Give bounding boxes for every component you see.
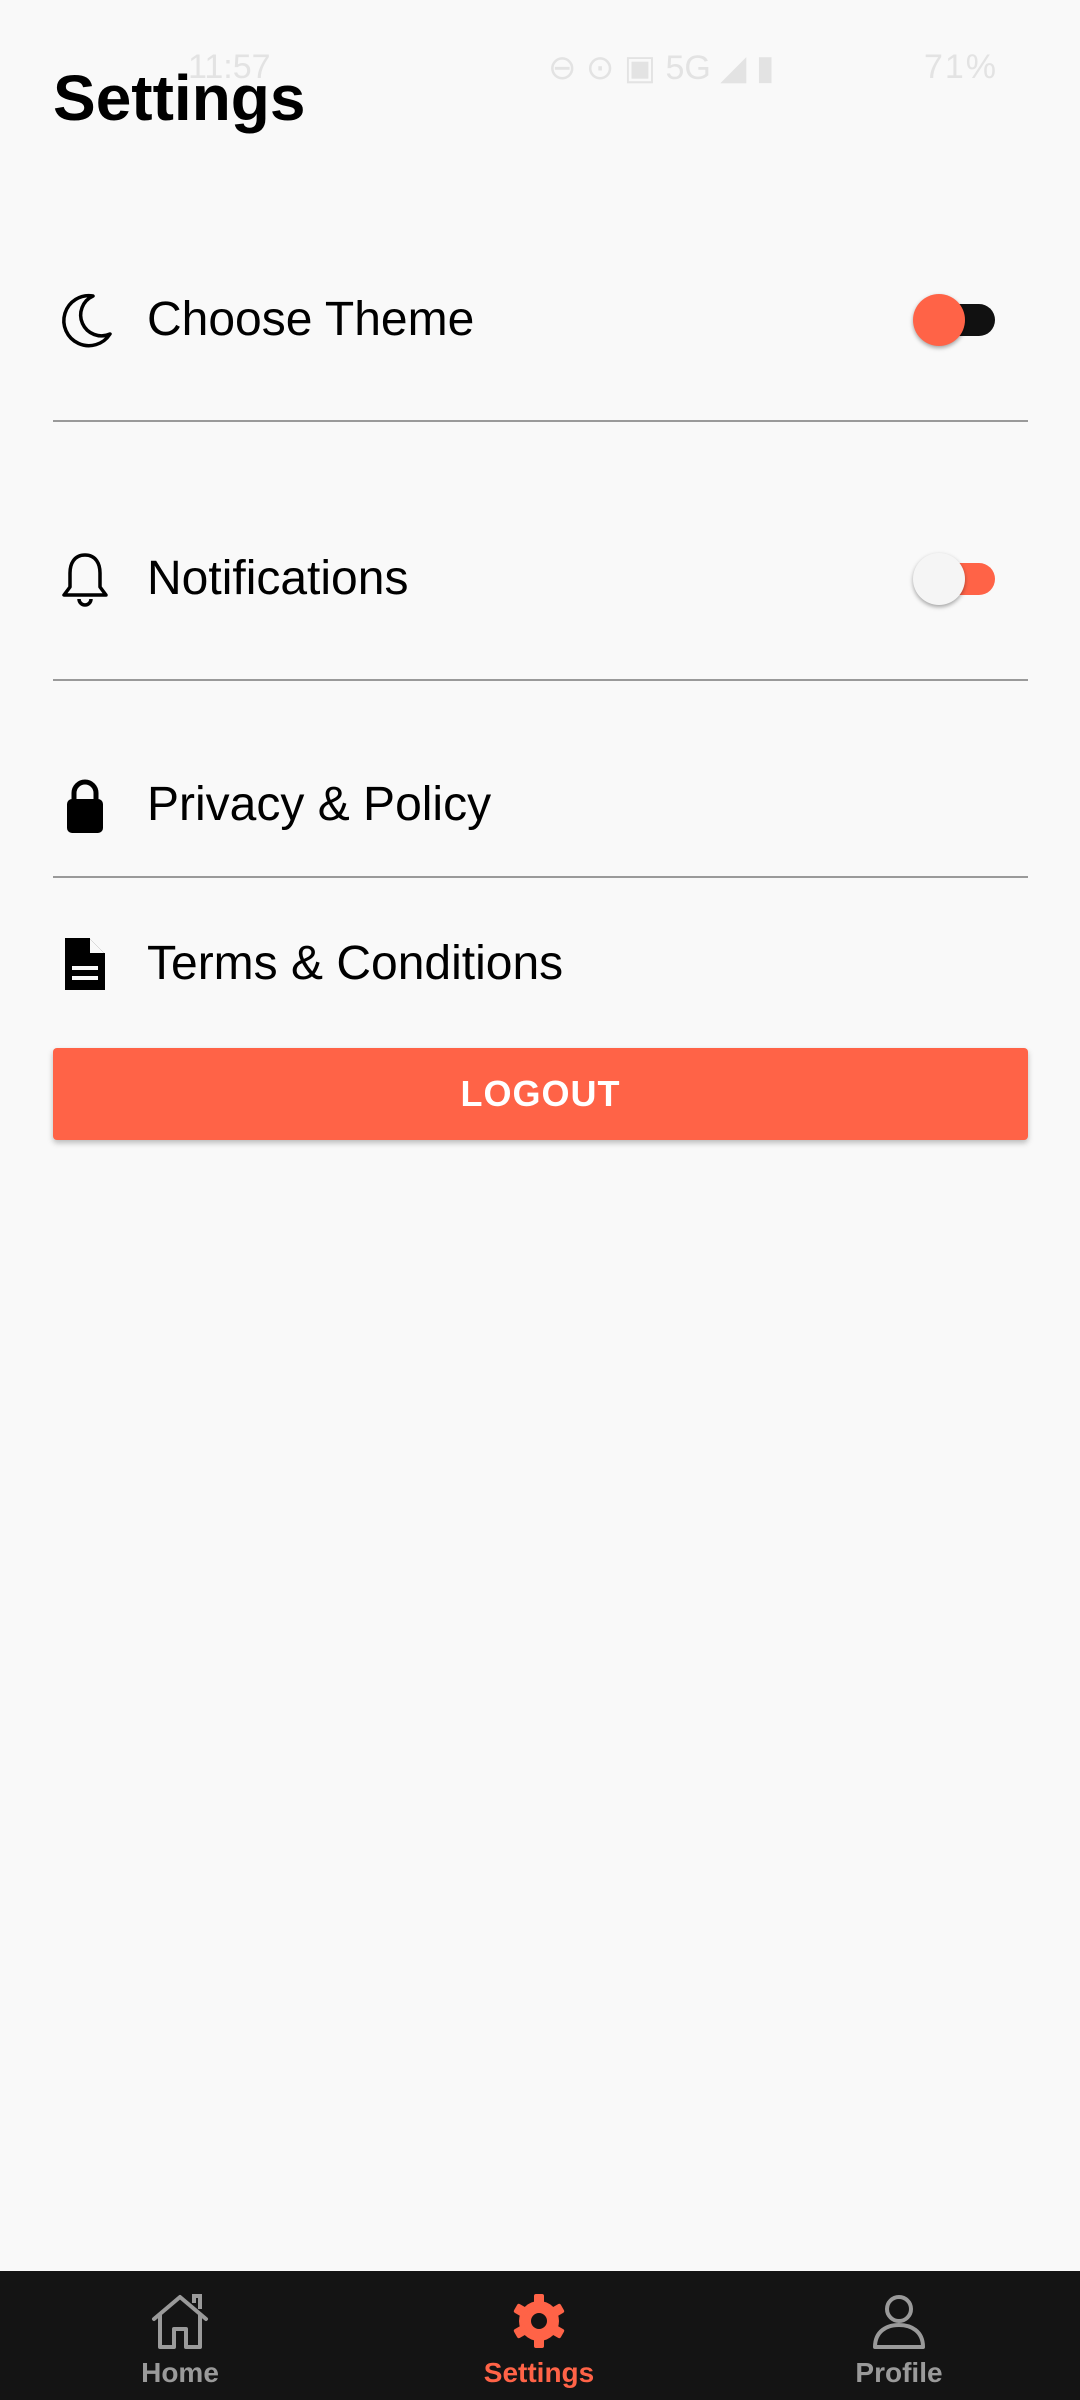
profile-icon <box>866 2289 932 2353</box>
divider <box>53 876 1028 878</box>
divider <box>53 679 1028 681</box>
nav-item-home[interactable]: Home <box>80 2271 280 2400</box>
nav-label-profile: Profile <box>855 2357 943 2388</box>
privacy-policy-row[interactable]: Privacy & Policy <box>53 773 1028 837</box>
battery-level: 71% <box>923 48 998 86</box>
bottom-navigation: Home Settings Profile <box>0 2271 1080 2400</box>
theme-toggle-thumb <box>913 294 965 346</box>
network-indicator: 5G <box>665 49 711 87</box>
terms-conditions-row[interactable]: Terms & Conditions <box>53 932 1028 996</box>
bell-icon <box>53 547 117 611</box>
home-icon <box>147 2289 213 2353</box>
privacy-policy-label: Privacy & Policy <box>147 778 492 831</box>
notifications-setting-row[interactable]: Notifications <box>53 547 1028 611</box>
notifications-toggle-thumb <box>913 553 965 605</box>
moon-icon <box>53 288 117 352</box>
document-icon <box>53 932 117 996</box>
nav-item-settings[interactable]: Settings <box>439 2271 639 2400</box>
nav-label-settings: Settings <box>483 2357 595 2388</box>
theme-setting-row[interactable]: Choose Theme <box>53 288 1028 352</box>
notifications-toggle[interactable] <box>913 549 997 605</box>
theme-toggle[interactable] <box>913 290 997 346</box>
notifications-label: Notifications <box>147 552 409 605</box>
gear-icon <box>506 2289 572 2353</box>
theme-label: Choose Theme <box>147 293 475 346</box>
divider <box>53 420 1028 422</box>
page-title: Settings <box>53 62 306 134</box>
logout-button[interactable]: LOGOUT <box>53 1048 1028 1140</box>
terms-conditions-label: Terms & Conditions <box>147 937 564 990</box>
nav-item-profile[interactable]: Profile <box>799 2271 999 2400</box>
nav-label-home: Home <box>141 2357 219 2388</box>
status-icons: ⊖ ⊙ ▣ 5G ◢ ▮ <box>548 49 775 87</box>
lock-icon <box>53 773 117 837</box>
